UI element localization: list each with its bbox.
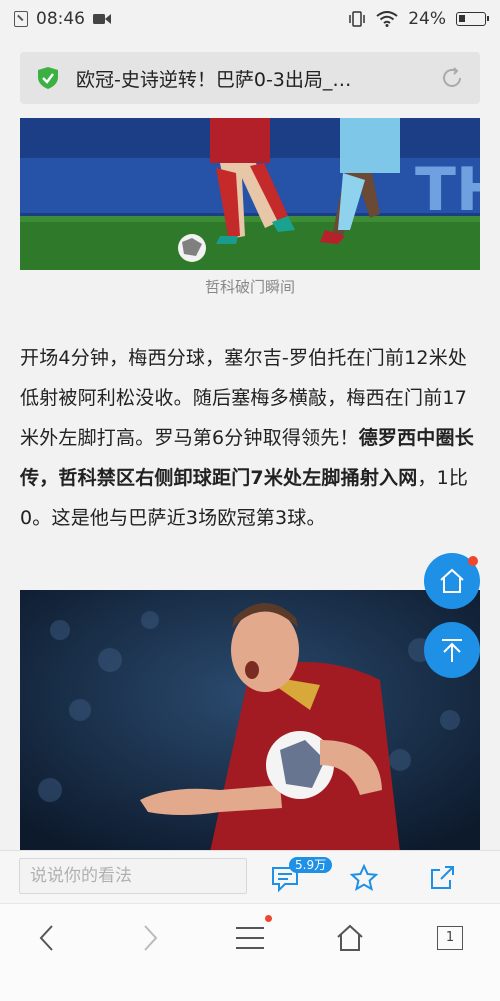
tabs-button[interactable]: 1 xyxy=(430,918,470,958)
battery-icon xyxy=(456,12,489,26)
address-bar[interactable]: 欧冠-史诗逆转！巴萨0-3出局_… xyxy=(20,52,480,104)
refresh-icon[interactable] xyxy=(440,66,464,90)
svg-text:TH: TH xyxy=(415,155,480,225)
photo-caption: 哲科破门瞬间 xyxy=(204,278,295,296)
status-bar: 08:46 24% xyxy=(0,0,500,42)
battery-percent: 24% xyxy=(408,9,446,29)
share-icon[interactable] xyxy=(428,863,458,893)
tab-count: 1 xyxy=(437,926,463,950)
home-icon xyxy=(440,568,464,593)
star-favorite-icon[interactable] xyxy=(349,863,379,893)
notification-icon xyxy=(14,11,28,27)
video-icon xyxy=(93,14,111,24)
home-icon xyxy=(337,924,363,951)
bottom-navigation: 1 xyxy=(0,903,500,1001)
menu-button[interactable] xyxy=(230,918,270,958)
article-paragraph: 开场4分钟，梅西分球，塞尔吉-罗伯托在门前12米处低射被阿利松没收。随后塞梅多横… xyxy=(20,338,482,538)
vibrate-icon xyxy=(349,11,365,27)
chevron-left-icon xyxy=(39,925,53,951)
comment-count-badge: 5.9万 xyxy=(289,857,333,873)
scroll-to-top-button[interactable] xyxy=(424,622,480,678)
article-photo-celebration[interactable] xyxy=(20,590,480,852)
arrow-up-icon xyxy=(442,639,462,662)
back-button[interactable] xyxy=(27,918,67,958)
menu-notification-dot xyxy=(265,915,272,922)
home-button[interactable] xyxy=(330,918,370,958)
security-shield-icon xyxy=(38,67,58,89)
chevron-right-icon xyxy=(144,925,158,951)
comment-bar: 说说你的看法 xyxy=(0,850,500,903)
comment-input[interactable]: 说说你的看法 xyxy=(19,858,247,894)
status-time: 08:46 xyxy=(36,9,85,29)
menu-icon xyxy=(236,927,264,949)
wifi-icon xyxy=(376,11,398,27)
forward-button[interactable] xyxy=(130,918,170,958)
goal-photo: TH xyxy=(20,118,480,270)
article-photo-goal[interactable]: TH xyxy=(20,118,480,270)
home-notification-dot xyxy=(468,556,478,566)
celebration-photo xyxy=(20,590,480,852)
page-title[interactable]: 欧冠-史诗逆转！巴萨0-3出局_… xyxy=(76,65,416,92)
